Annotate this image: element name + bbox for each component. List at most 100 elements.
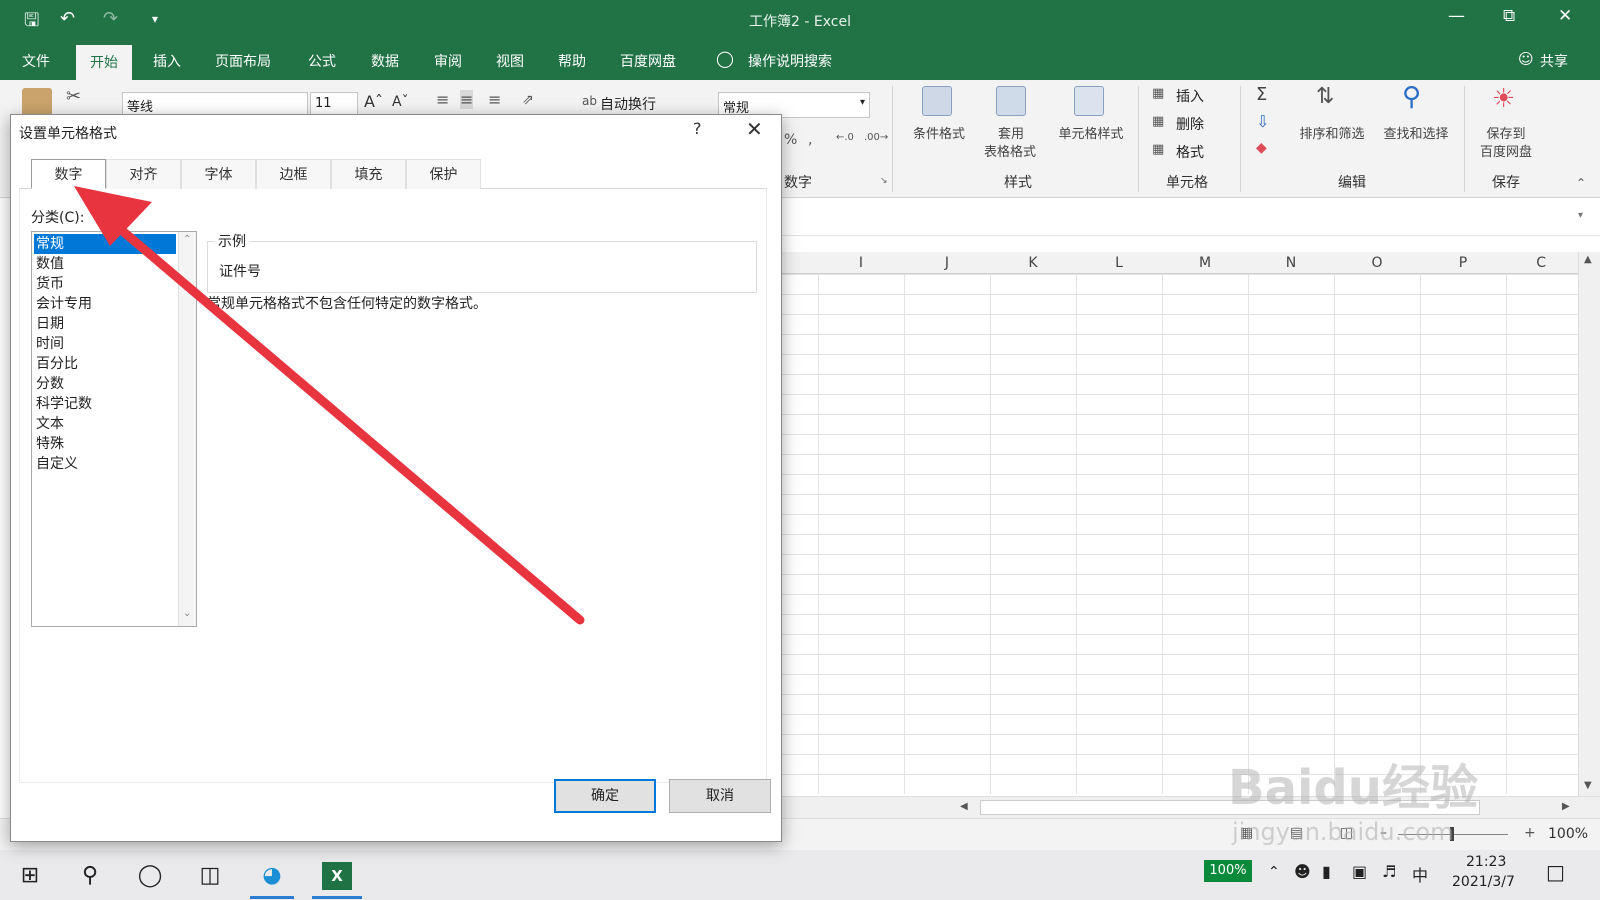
align-middle-icon[interactable]: ≡ (460, 90, 474, 109)
battery-icon[interactable]: ▮ (1322, 862, 1331, 881)
tab-page-layout[interactable]: 页面布局 (215, 51, 271, 71)
dialog-launcher-icon[interactable]: ↘ (880, 176, 888, 186)
wrap-text-button[interactable]: 自动换行 (600, 94, 656, 114)
category-custom[interactable]: 自定义 (34, 454, 176, 474)
windows-start-icon[interactable]: ⊞ (14, 860, 46, 892)
cortana-icon[interactable]: ◯ (134, 860, 166, 892)
category-percentage[interactable]: 百分比 (34, 354, 176, 374)
tab-home[interactable]: 开始 (76, 45, 132, 80)
tab-protection[interactable]: 保护 (406, 159, 481, 189)
tab-view[interactable]: 视图 (496, 51, 524, 71)
clear-icon[interactable]: ◆ (1256, 140, 1267, 156)
format-as-table-label-1[interactable]: 套用 (976, 126, 1046, 143)
task-view-icon[interactable]: ◫ (194, 860, 226, 892)
tell-me-search[interactable]: 操作说明搜索 (748, 51, 832, 71)
tab-review[interactable]: 审阅 (434, 51, 462, 71)
tab-number[interactable]: 数字 (31, 159, 106, 189)
search-icon[interactable]: ⚲ (74, 860, 106, 892)
grow-font-icon[interactable]: Aˆ (364, 92, 383, 111)
notification-icon[interactable]: □ (1546, 860, 1565, 884)
formula-bar[interactable]: ▾ (770, 200, 1600, 236)
tab-file[interactable]: 文件 (22, 51, 50, 71)
category-fraction[interactable]: 分数 (34, 374, 176, 394)
category-scientific[interactable]: 科学记数 (34, 394, 176, 414)
tab-fill[interactable]: 填充 (331, 159, 406, 189)
increase-decimal-icon[interactable]: ←.0 (836, 132, 854, 143)
zoom-level[interactable]: 100% (1548, 826, 1588, 842)
category-number[interactable]: 数值 (34, 254, 176, 274)
ok-button[interactable]: 确定 (554, 779, 656, 813)
decrease-decimal-icon[interactable]: .00→ (864, 132, 888, 143)
font-size-select[interactable]: 11 (310, 92, 358, 116)
category-currency[interactable]: 货币 (34, 274, 176, 294)
find-select-button[interactable]: 查找和选择 (1374, 126, 1458, 143)
save-baidu-label-1[interactable]: 保存到 (1470, 126, 1542, 143)
category-list[interactable]: 常规 数值 货币 会计专用 日期 时间 百分比 分数 科学记数 文本 特殊 自定… (31, 231, 197, 627)
column-header[interactable]: L (1076, 255, 1162, 271)
delete-cells-button[interactable]: 删除 (1176, 114, 1204, 134)
minimize-icon[interactable]: — (1448, 6, 1465, 26)
scroll-down-icon[interactable]: ▼ (1584, 780, 1592, 791)
clock-time[interactable]: 21:23 (1466, 854, 1506, 870)
save-baidu-label-2[interactable]: 百度网盘 (1470, 144, 1542, 161)
vertical-scrollbar[interactable]: ▲ ▼ (1578, 252, 1600, 797)
sort-filter-button[interactable]: 排序和筛选 (1290, 126, 1374, 143)
category-scrollbar[interactable]: ⌃ ⌄ (178, 232, 196, 626)
ime-indicator[interactable]: 中 (1412, 862, 1428, 886)
tab-font[interactable]: 字体 (181, 159, 256, 189)
column-header[interactable]: O (1334, 255, 1420, 271)
tab-help[interactable]: 帮助 (558, 51, 586, 71)
restore-icon[interactable]: ⧉ (1503, 6, 1515, 26)
format-as-table-label-2[interactable]: 表格格式 (970, 144, 1050, 161)
tab-insert[interactable]: 插入 (153, 51, 181, 71)
orientation-icon[interactable]: ⇗ (522, 92, 534, 108)
volume-icon[interactable]: ♬ (1382, 862, 1396, 881)
insert-cells-button[interactable]: 插入 (1176, 86, 1204, 106)
scroll-up-icon[interactable]: ▲ (1584, 254, 1592, 265)
worksheet-grid[interactable] (770, 274, 1580, 794)
column-header[interactable]: M (1162, 255, 1248, 271)
tray-chevron-icon[interactable]: ⌃ (1268, 864, 1280, 880)
tab-data[interactable]: 数据 (371, 51, 399, 71)
scroll-right-icon[interactable]: ▶ (1562, 801, 1570, 812)
clock-date[interactable]: 2021/3/7 (1452, 874, 1515, 890)
cut-icon[interactable]: ✂ (66, 86, 81, 107)
autosum-icon[interactable]: Σ (1256, 84, 1267, 105)
category-accounting[interactable]: 会计专用 (34, 294, 176, 314)
battery-badge[interactable]: 100% (1204, 860, 1252, 882)
cancel-button[interactable]: 取消 (669, 779, 771, 813)
scroll-up-icon[interactable]: ⌃ (183, 234, 191, 245)
percent-icon[interactable]: % (784, 132, 797, 148)
align-bottom-icon[interactable]: ≡ (488, 90, 501, 109)
category-special[interactable]: 特殊 (34, 434, 176, 454)
expand-formula-icon[interactable]: ▾ (1578, 210, 1583, 221)
scroll-left-icon[interactable]: ◀ (960, 801, 968, 812)
tab-baidu[interactable]: 百度网盘 (620, 51, 676, 71)
edge-icon[interactable]: ◕ (256, 860, 288, 892)
category-time[interactable]: 时间 (34, 334, 176, 354)
shrink-font-icon[interactable]: Aˇ (392, 94, 409, 110)
qq-icon[interactable]: ☻ (1294, 862, 1311, 881)
scroll-down-icon[interactable]: ⌄ (183, 608, 191, 619)
tab-formulas[interactable]: 公式 (308, 51, 336, 71)
tab-alignment[interactable]: 对齐 (106, 159, 181, 189)
fill-icon[interactable]: ⇩ (1256, 112, 1269, 131)
column-header[interactable]: K (990, 255, 1076, 271)
comma-style-icon[interactable]: , (808, 132, 812, 148)
share-button[interactable]: 共享 (1540, 51, 1568, 71)
close-icon[interactable]: ✕ (746, 117, 763, 141)
cell-styles-button[interactable]: 单元格样式 (1048, 126, 1134, 143)
align-top-icon[interactable]: ≡ (436, 90, 449, 109)
format-cells-button[interactable]: 格式 (1176, 142, 1204, 162)
tab-border[interactable]: 边框 (256, 159, 331, 189)
category-general[interactable]: 常规 (34, 234, 176, 254)
collapse-ribbon-icon[interactable]: ⌃ (1576, 176, 1586, 190)
excel-taskbar-icon[interactable]: X (322, 862, 352, 890)
column-header[interactable]: I (818, 255, 904, 271)
category-text[interactable]: 文本 (34, 414, 176, 434)
font-name-select[interactable]: 等线 (122, 92, 308, 116)
zoom-in-icon[interactable]: + (1524, 825, 1536, 841)
conditional-format-button[interactable]: 条件格式 (904, 126, 974, 143)
help-icon[interactable]: ? (693, 119, 702, 138)
close-window-icon[interactable]: ✕ (1558, 6, 1572, 26)
